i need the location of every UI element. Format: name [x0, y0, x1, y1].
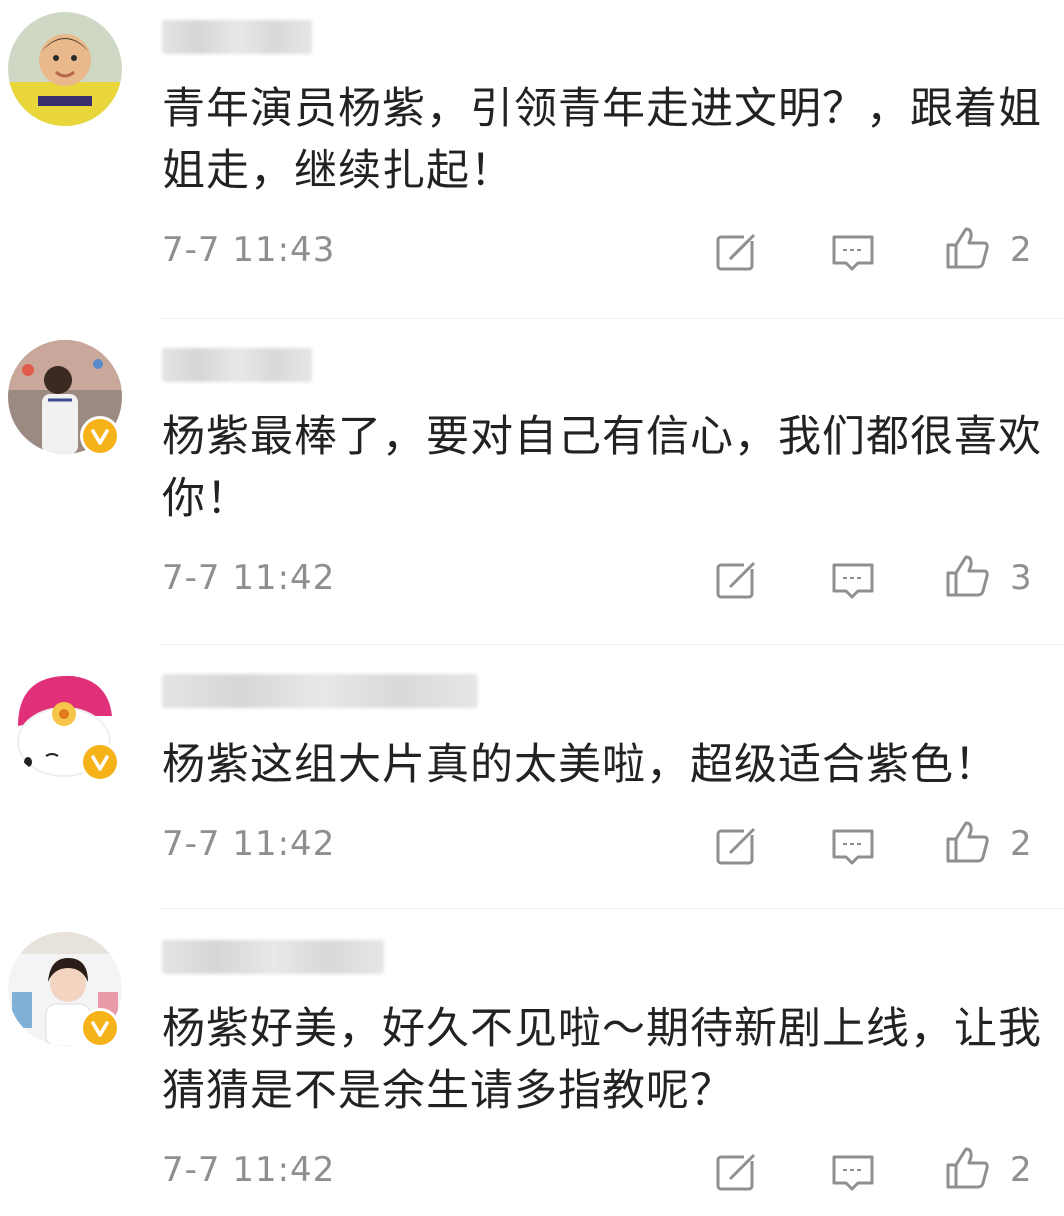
divider [160, 318, 1064, 319]
repost-icon[interactable] [714, 229, 760, 275]
username-blurred[interactable] [162, 348, 312, 382]
comment-text: 杨紫好美，好久不见啦～期待新剧上线，让我猜猜是不是余生请多指教呢？ [162, 1004, 1042, 1116]
comment-icon[interactable] [830, 823, 876, 869]
username-blurred[interactable] [162, 940, 384, 974]
comment-icon[interactable] [830, 557, 876, 603]
verified-badge-icon [80, 1008, 120, 1048]
comment-timestamp: 7-7 11:42 [162, 1150, 336, 1190]
comment-timestamp: 7-7 11:42 [162, 824, 336, 864]
verified-badge-icon [80, 416, 120, 456]
like-count: 2 [1010, 1150, 1032, 1190]
avatar[interactable] [8, 12, 122, 126]
comment-timestamp: 7-7 11:43 [162, 230, 336, 270]
username-blurred[interactable] [162, 674, 478, 708]
like-count: 2 [1010, 230, 1032, 270]
comment-icon[interactable] [830, 1149, 876, 1195]
like-count: 2 [1010, 824, 1032, 864]
like-icon[interactable] [944, 819, 990, 865]
repost-icon[interactable] [714, 557, 760, 603]
comment-text: 杨紫最棒了，要对自己有信心，我们都很喜欢你！ [162, 412, 1042, 524]
comment-text: 青年演员杨紫，引领青年走进文明？，跟着姐姐走，继续扎起！ [162, 84, 1042, 196]
repost-icon[interactable] [714, 823, 760, 869]
like-icon[interactable] [944, 553, 990, 599]
comment-timestamp: 7-7 11:42 [162, 558, 336, 598]
like-count: 3 [1010, 558, 1032, 598]
comment-icon[interactable] [830, 229, 876, 275]
divider [160, 908, 1064, 909]
like-icon[interactable] [944, 225, 990, 271]
verified-badge-icon [80, 742, 120, 782]
repost-icon[interactable] [714, 1149, 760, 1195]
like-icon[interactable] [944, 1145, 990, 1191]
divider [160, 644, 1064, 645]
comment-text: 杨紫这组大片真的太美啦，超级适合紫色！ [162, 740, 998, 790]
username-blurred[interactable] [162, 20, 312, 54]
